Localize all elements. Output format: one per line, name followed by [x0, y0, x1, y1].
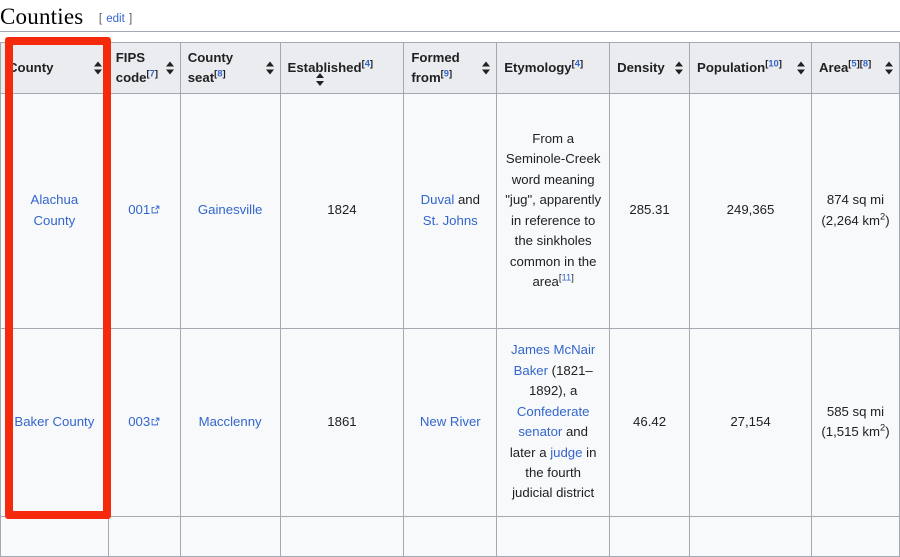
cell-etymology [496, 515, 611, 557]
column-header-formed-from-label: Formed from [411, 50, 460, 85]
reference-marker[interactable]: [11] [559, 272, 574, 283]
sort-arrow-icon[interactable] [315, 72, 325, 86]
column-header-population-label: Population [697, 59, 766, 75]
cell-density: 285.31 [609, 92, 691, 329]
cell-population [689, 515, 812, 557]
cell-established [279, 515, 405, 557]
reference-marker[interactable]: [4] [362, 58, 373, 69]
column-header-formed-from[interactable]: Formed from[9] [403, 42, 498, 94]
column-header-area[interactable]: Area[5][8] [810, 42, 900, 94]
county-seat-link[interactable]: Macclenny [199, 414, 262, 429]
cell-formed-from: New River [403, 327, 498, 517]
reference-marker[interactable]: [10] [765, 58, 782, 69]
external-link-icon [151, 417, 160, 426]
area-metric: (2,264 km2) [821, 210, 890, 228]
cell-area: 874 sq mi (2,264 km2) [810, 92, 900, 329]
sort-arrow-icon[interactable] [482, 61, 491, 75]
area-imperial: 585 sq mi [826, 403, 885, 419]
cell-formed-from [403, 515, 498, 557]
column-header-county-seat-label: County seat [187, 50, 234, 85]
cell-density: 46.42 [609, 327, 691, 517]
column-header-density[interactable]: Density [609, 42, 691, 94]
column-header-fips-code[interactable]: FIPS code[7] [107, 42, 181, 94]
formed-from-link[interactable]: St. Johns [423, 213, 478, 228]
cell-formed-from: Duval and St. Johns [403, 92, 498, 329]
external-link-icon [151, 205, 160, 214]
cell-county-seat: Gainesville [179, 92, 281, 329]
reference-marker[interactable]: [8] [214, 67, 225, 78]
cell-established: 1824 [279, 92, 405, 329]
fips-code-link[interactable]: 003 [128, 414, 160, 429]
fips-code-link[interactable]: 001 [128, 202, 160, 217]
table-header-row: County FIPS code[7] County seat[8] Estab… [0, 42, 900, 94]
cell-etymology: From a Seminole-Creek word meaning "jug"… [496, 92, 611, 329]
section-heading: Counties [ edit ] [0, 4, 900, 32]
column-header-population[interactable]: Population[10] [689, 42, 812, 94]
cell-area: 585 sq mi (1,515 km2) [810, 327, 900, 517]
edit-open-bracket: [ [98, 13, 103, 25]
cell-established: 1861 [279, 327, 405, 517]
sort-arrow-icon[interactable] [165, 61, 175, 75]
reference-marker[interactable]: [7] [147, 67, 158, 78]
column-header-area-label: Area [818, 59, 849, 75]
sort-arrow-icon[interactable] [796, 61, 806, 75]
cell-population: 27,154 [689, 327, 812, 517]
county-seat-link[interactable]: Gainesville [198, 202, 263, 217]
column-header-fips-code-label: FIPS code [115, 50, 147, 85]
cell-fips-code: 001 [107, 92, 181, 329]
counties-table: County FIPS code[7] County seat[8] Estab… [0, 42, 900, 557]
column-header-etymology: Etymology[4] [496, 42, 611, 94]
cell-county-seat: Macclenny [179, 327, 281, 517]
reference-marker[interactable]: [9] [441, 67, 452, 78]
sort-arrow-icon[interactable] [93, 61, 103, 75]
cell-area [810, 515, 900, 557]
edit-section-link[interactable]: edit [105, 13, 126, 25]
county-link[interactable]: Baker County [14, 414, 94, 429]
table-row [0, 515, 900, 557]
county-link[interactable]: Alachua County [31, 192, 79, 227]
reference-marker[interactable]: [4] [572, 58, 583, 69]
sort-arrow-icon[interactable] [675, 61, 684, 75]
column-header-established[interactable]: Established[4] [279, 42, 405, 94]
formed-from-link[interactable]: New River [420, 414, 481, 429]
column-header-etymology-label: Etymology [504, 59, 572, 75]
cell-population: 249,365 [689, 92, 812, 329]
etymology-text: From a Seminole-Creek word meaning "jug"… [505, 130, 602, 289]
column-header-county-seat[interactable]: County seat[8] [179, 42, 281, 94]
cell-county-seat [179, 515, 281, 557]
reference-marker[interactable]: [5][8] [848, 58, 871, 69]
page-title: Counties [0, 4, 84, 29]
table-body: Alachua County 001 Gainesville 1824 Duva… [0, 92, 900, 557]
formed-from-link[interactable]: Duval [421, 192, 455, 207]
edit-close-bracket: ] [129, 13, 133, 25]
sort-arrow-icon[interactable] [265, 61, 275, 75]
etymology-judge-link[interactable]: judge [550, 445, 582, 460]
cell-county: Baker County [0, 327, 109, 517]
area-metric: (1,515 km2) [821, 421, 890, 440]
cell-county [0, 515, 109, 557]
edit-section-control: [ edit ] [99, 13, 132, 25]
area-imperial: 874 sq mi [826, 192, 885, 208]
sort-arrow-icon[interactable] [885, 61, 894, 75]
cell-fips-code: 003 [107, 327, 181, 517]
column-header-density-label: Density [617, 59, 665, 75]
cell-etymology: James McNair Baker (1821–1892), a Confed… [496, 327, 611, 517]
table-row: Baker County 003 Macclenny 1861 New Rive… [0, 327, 900, 517]
cell-county: Alachua County [0, 92, 109, 329]
formed-from-conjunction: and [454, 192, 480, 208]
table-row: Alachua County 001 Gainesville 1824 Duva… [0, 92, 900, 329]
cell-fips-code [107, 515, 181, 557]
column-header-county[interactable]: County [0, 42, 109, 94]
cell-density [609, 515, 691, 557]
column-header-county-label: County [8, 59, 54, 75]
